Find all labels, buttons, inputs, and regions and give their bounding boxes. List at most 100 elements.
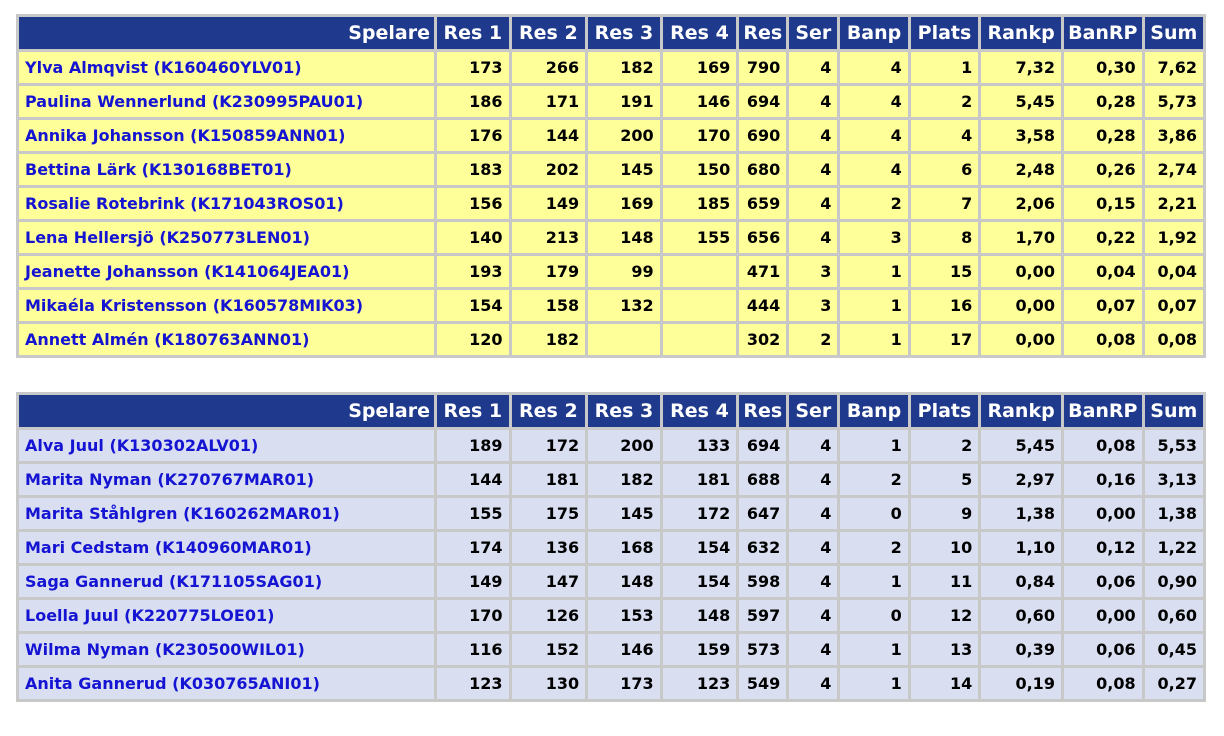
ser-cell: 4 [789, 430, 838, 461]
player-link[interactable]: Alva Juul (K130302ALV01) [25, 436, 258, 455]
column-header-res-3: Res 3 [588, 17, 660, 49]
column-header-res-3: Res 3 [588, 395, 660, 427]
res-cell: 573 [739, 634, 787, 665]
rankp-cell: 0,00 [981, 290, 1061, 321]
plats-cell: 4 [910, 120, 979, 151]
ser-cell: 4 [789, 634, 838, 665]
table-row: Annett Almén (K180763ANN01) 120 182 302 2 1 17… [19, 324, 1203, 355]
res-3-cell: 153 [588, 600, 660, 631]
res-1-cell: 193 [437, 256, 509, 287]
ser-cell: 4 [789, 188, 838, 219]
plats-cell: 17 [910, 324, 979, 355]
player-link[interactable]: Wilma Nyman (K230500WIL01) [25, 640, 305, 659]
res-2-cell: 158 [511, 290, 586, 321]
column-header-res-1: Res 1 [437, 395, 509, 427]
banp-cell: 2 [840, 464, 908, 495]
banp-cell: 2 [840, 532, 908, 563]
res-4-cell: 185 [662, 188, 737, 219]
table-row: Mikaéla Kristensson (K160578MIK03) 154 158… [19, 290, 1203, 321]
ser-cell: 2 [789, 324, 838, 355]
player-link[interactable]: Loella Juul (K220775LOE01) [25, 606, 274, 625]
ser-cell: 4 [789, 222, 838, 253]
banrp-cell: 0,06 [1063, 634, 1142, 665]
res-4-cell: 172 [662, 498, 737, 529]
res-1-cell: 183 [437, 154, 509, 185]
res-cell: 444 [739, 290, 787, 321]
column-header-res-4: Res 4 [662, 17, 737, 49]
res-4-cell: 181 [662, 464, 737, 495]
rankp-cell: 0,39 [981, 634, 1061, 665]
player-link[interactable]: Lena Hellersjö (K250773LEN01) [25, 228, 310, 247]
player-link[interactable]: Rosalie Rotebrink (K171043ROS01) [25, 194, 344, 213]
player-link[interactable]: Bettina Lärk (K130168BET01) [25, 160, 292, 179]
rankp-cell: 0,19 [981, 668, 1061, 699]
player-link[interactable]: Marita Nyman (K270767MAR01) [25, 470, 314, 489]
player-link[interactable]: Mari Cedstam (K140960MAR01) [25, 538, 312, 557]
player-cell: Bettina Lärk (K130168BET01) [19, 154, 434, 185]
res-4-cell: 150 [662, 154, 737, 185]
table-row: Loella Juul (K220775LOE01) 170 126 153 148 59… [19, 600, 1203, 631]
ser-cell: 4 [789, 52, 838, 83]
player-link[interactable]: Marita Ståhlgren (K160262MAR01) [25, 504, 340, 523]
banrp-cell: 0,08 [1063, 324, 1142, 355]
sum-cell: 5,53 [1144, 430, 1203, 461]
table-row: Anita Gannerud (K030765ANI01) 123 130 173 12… [19, 668, 1203, 699]
banrp-cell: 0,26 [1063, 154, 1142, 185]
res-1-cell: 170 [437, 600, 509, 631]
res-1-cell: 120 [437, 324, 509, 355]
res-cell: 302 [739, 324, 787, 355]
res-cell: 632 [739, 532, 787, 563]
table-row: Saga Gannerud (K171105SAG01) 149 147 148 154… [19, 566, 1203, 597]
table-row: Marita Ståhlgren (K160262MAR01) 155 175 145… [19, 498, 1203, 529]
sum-cell: 0,04 [1144, 256, 1203, 287]
res-2-cell: 130 [511, 668, 586, 699]
res-cell: 659 [739, 188, 787, 219]
player-link[interactable]: Mikaéla Kristensson (K160578MIK03) [25, 296, 363, 315]
banrp-cell: 0,00 [1063, 600, 1142, 631]
player-cell: Lena Hellersjö (K250773LEN01) [19, 222, 434, 253]
ser-cell: 4 [789, 600, 838, 631]
res-2-cell: 171 [511, 86, 586, 117]
res-4-cell [662, 256, 737, 287]
banrp-cell: 0,00 [1063, 498, 1142, 529]
player-link[interactable]: Ylva Almqvist (K160460YLV01) [25, 58, 302, 77]
player-link[interactable]: Annett Almén (K180763ANN01) [25, 330, 309, 349]
player-link[interactable]: Saga Gannerud (K171105SAG01) [25, 572, 322, 591]
column-header-banp: Banp [840, 395, 908, 427]
player-link[interactable]: Jeanette Johansson (K141064JEA01) [25, 262, 349, 281]
banp-cell: 4 [840, 52, 908, 83]
rankp-cell: 5,45 [981, 86, 1061, 117]
banp-cell: 1 [840, 290, 908, 321]
rankp-cell: 1,10 [981, 532, 1061, 563]
banrp-cell: 0,28 [1063, 120, 1142, 151]
player-link[interactable]: Annika Johansson (K150859ANN01) [25, 126, 345, 145]
rankp-cell: 7,32 [981, 52, 1061, 83]
table-row: Alva Juul (K130302ALV01) 189 172 200 133 694 4… [19, 430, 1203, 461]
plats-cell: 6 [910, 154, 979, 185]
res-3-cell: 99 [588, 256, 660, 287]
res-3-cell: 169 [588, 188, 660, 219]
banp-cell: 3 [840, 222, 908, 253]
sum-cell: 3,13 [1144, 464, 1203, 495]
column-header-sum: Sum [1144, 395, 1203, 427]
table-row: Annika Johansson (K150859ANN01) 176 144 200… [19, 120, 1203, 151]
banp-cell: 0 [840, 600, 908, 631]
banrp-cell: 0,08 [1063, 430, 1142, 461]
player-link[interactable]: Anita Gannerud (K030765ANI01) [25, 674, 320, 693]
res-cell: 549 [739, 668, 787, 699]
player-link[interactable]: Paulina Wennerlund (K230995PAU01) [25, 92, 363, 111]
res-4-cell: 159 [662, 634, 737, 665]
banrp-cell: 0,28 [1063, 86, 1142, 117]
player-cell: Marita Ståhlgren (K160262MAR01) [19, 498, 434, 529]
player-cell: Loella Juul (K220775LOE01) [19, 600, 434, 631]
column-header-rankp: Rankp [981, 395, 1061, 427]
column-header-ser: Ser [789, 17, 838, 49]
banp-cell: 4 [840, 120, 908, 151]
player-cell: Annett Almén (K180763ANN01) [19, 324, 434, 355]
sum-cell: 1,38 [1144, 498, 1203, 529]
res-cell: 694 [739, 86, 787, 117]
res-2-cell: 213 [511, 222, 586, 253]
res-cell: 647 [739, 498, 787, 529]
res-4-cell: 155 [662, 222, 737, 253]
plats-cell: 15 [910, 256, 979, 287]
